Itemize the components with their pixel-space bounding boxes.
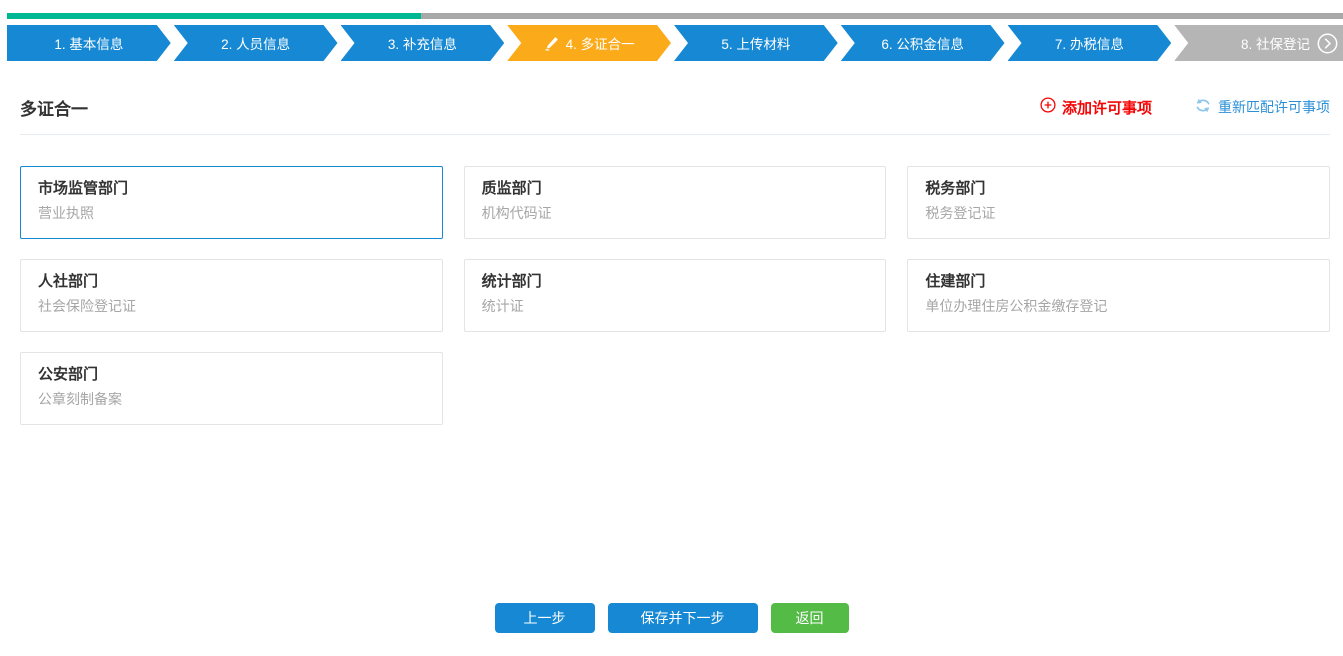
wizard-step-supplementary-info[interactable]: 3. 补充信息 [341,25,505,61]
cert-card-market-supervision[interactable]: 市场监管部门 营业执照 [20,166,443,239]
rematch-permit-label: 重新匹配许可事项 [1218,97,1330,117]
rematch-permit-link[interactable]: 重新匹配许可事项 [1194,97,1330,117]
wizard-step-personnel-info[interactable]: 2. 人员信息 [174,25,338,61]
cert-card-public-security[interactable]: 公安部门 公章刻制备案 [20,352,443,425]
card-department: 税务部门 [925,179,1312,198]
wizard-step-social-security[interactable]: 8. 社保登记 [1174,25,1343,61]
card-department: 公安部门 [38,365,425,384]
card-certificate: 公章刻制备案 [38,390,425,408]
card-department: 质监部门 [482,179,869,198]
card-certificate: 税务登记证 [925,204,1312,222]
cert-card-tax[interactable]: 税务部门 税务登记证 [907,166,1330,239]
page-title: 多证合一 [20,95,88,120]
certificate-grid: 市场监管部门 营业执照 质监部门 机构代码证 税务部门 税务登记证 人社部门 社… [20,166,1330,425]
wizard-step-upload-materials[interactable]: 5. 上传材料 [674,25,838,61]
wizard-step-tax-info[interactable]: 7. 办税信息 [1008,25,1172,61]
card-department: 住建部门 [925,272,1312,291]
step-wizard: 1. 基本信息 2. 人员信息 3. 补充信息 4. 多证合一 5. 上传材料 … [7,25,1343,61]
cert-card-human-resources[interactable]: 人社部门 社会保险登记证 [20,259,443,332]
wizard-step-provident-fund-info[interactable]: 6. 公积金信息 [841,25,1005,61]
cert-card-statistics[interactable]: 统计部门 统计证 [464,259,887,332]
card-certificate: 营业执照 [38,204,425,222]
wizard-step-label: 7. 办税信息 [1055,33,1124,53]
section-header: 多证合一 添加许可事项 重新匹配许可事项 [20,95,1330,119]
progress-fill [7,13,421,19]
wizard-step-label: 4. 多证合一 [566,33,635,53]
back-button[interactable]: 返回 [771,603,849,633]
cert-card-housing-construction[interactable]: 住建部门 单位办理住房公积金缴存登记 [907,259,1330,332]
divider [20,134,1330,135]
wizard-step-label: 6. 公积金信息 [881,33,964,53]
cert-card-quality-supervision[interactable]: 质监部门 机构代码证 [464,166,887,239]
content-area: 多证合一 添加许可事项 重新匹配许可事项 市场监管部门 [20,95,1330,425]
wizard-step-label: 2. 人员信息 [221,33,290,53]
prev-step-button[interactable]: 上一步 [495,603,595,633]
add-permit-label: 添加许可事项 [1062,97,1152,118]
wizard-step-label: 1. 基本信息 [54,33,123,53]
header-actions: 添加许可事项 重新匹配许可事项 [1040,97,1330,118]
card-department: 人社部门 [38,272,425,291]
wizard-step-basic-info[interactable]: 1. 基本信息 [7,25,171,61]
multi-certificate-page: 1. 基本信息 2. 人员信息 3. 补充信息 4. 多证合一 5. 上传材料 … [0,13,1343,633]
add-permit-link[interactable]: 添加许可事项 [1040,97,1152,118]
card-certificate: 社会保险登记证 [38,297,425,315]
wizard-step-label: 5. 上传材料 [721,33,790,53]
card-certificate: 单位办理住房公积金缴存登记 [925,297,1312,315]
card-certificate: 机构代码证 [482,204,869,222]
wizard-step-label: 8. 社保登记 [1241,33,1310,53]
footer-actions: 上一步 保存并下一步 返回 [0,603,1343,633]
card-department: 统计部门 [482,272,869,291]
card-certificate: 统计证 [482,297,869,315]
plus-circle-icon [1040,97,1056,117]
refresh-icon [1194,98,1212,116]
card-department: 市场监管部门 [38,179,425,198]
wizard-step-label: 3. 补充信息 [388,33,457,53]
chevron-circle-icon [1317,33,1338,54]
save-next-button[interactable]: 保存并下一步 [608,603,758,633]
wizard-step-multi-certificate[interactable]: 4. 多证合一 [507,25,671,61]
pencil-icon [544,36,559,51]
progress-bar [7,13,1343,19]
